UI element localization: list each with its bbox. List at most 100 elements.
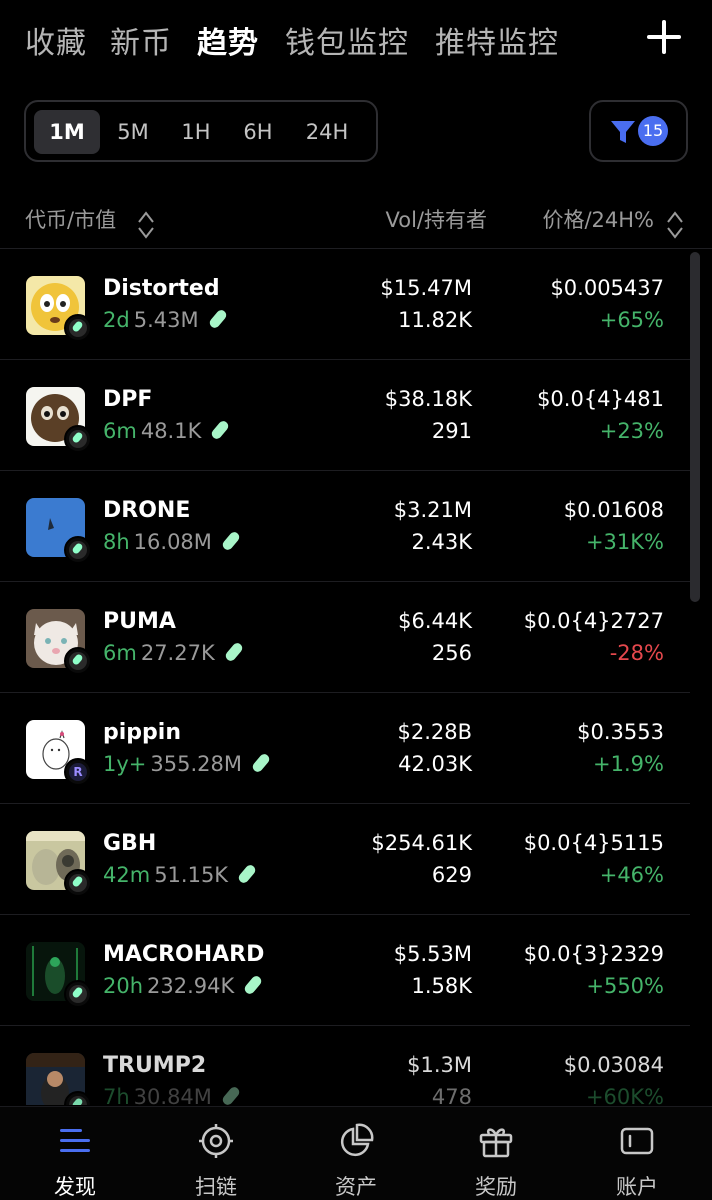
token-price: $0.0{4}2727	[523, 609, 664, 633]
token-list: Distorted 2d 5.43M $15.47M 11.82K $0.0054…	[0, 249, 690, 1105]
token-name: pippin	[103, 720, 181, 745]
token-change: +60K%	[585, 1085, 664, 1105]
pill-icon	[220, 530, 242, 552]
nav-label: 账户	[616, 1175, 658, 1199]
token-name: DPF	[103, 387, 153, 412]
token-age-mcap: 1y+ 355.28M	[103, 752, 272, 776]
pill-icon	[210, 419, 231, 441]
token-age-mcap: 20h 232.94K	[103, 974, 264, 998]
pill-icon	[250, 752, 272, 774]
add-icon[interactable]	[645, 18, 683, 56]
token-volume: $1.3M	[407, 1053, 472, 1077]
tab-wallet-monitor[interactable]: 钱包监控	[285, 18, 409, 62]
top-tab-bar: 收藏 新币 趋势 钱包监控 推特监控	[0, 0, 712, 80]
token-age-mcap: 7h 30.84M	[103, 1085, 242, 1105]
time-range-selector: 1M 5M 1H 6H 24H	[24, 100, 378, 162]
sort-icon	[138, 211, 154, 239]
column-token-mcap[interactable]: 代币/市值	[25, 204, 154, 239]
token-age: 1y+	[103, 752, 147, 776]
token-mcap: 5.43M	[133, 308, 199, 332]
token-price: $0.3553	[577, 720, 664, 744]
column-vol-holders[interactable]: Vol/持有者	[386, 204, 488, 234]
pill-icon	[223, 641, 244, 663]
token-name: MACROHARD	[103, 942, 265, 967]
token-change: +550%	[586, 974, 664, 998]
token-mcap: 30.84M	[133, 1085, 212, 1105]
token-row[interactable]: DPF 6m 48.1K $38.18K 291 $0.0{4}481 +23%	[0, 360, 690, 471]
token-price: $0.005437	[550, 276, 664, 300]
sort-icon	[667, 211, 683, 239]
time-filter-6h[interactable]: 6H	[232, 110, 284, 154]
pill-icon	[207, 308, 228, 330]
token-price: $0.0{4}481	[537, 387, 664, 411]
swap-badge-icon	[64, 425, 92, 453]
token-age-mcap: 6m 48.1K	[103, 419, 231, 443]
nav-label: 扫链	[195, 1175, 237, 1199]
pie-chart-icon	[340, 1123, 374, 1157]
scrollbar[interactable]	[690, 252, 700, 602]
token-price: $0.0{3}2329	[523, 942, 664, 966]
tab-new-coins[interactable]: 新币	[110, 18, 172, 62]
nav-assets[interactable]: 资产	[306, 1107, 406, 1200]
token-row[interactable]: PUMA 6m 27.27K $6.44K 256 $0.0{4}2727 -28…	[0, 582, 690, 693]
token-change: -28%	[609, 641, 664, 665]
token-age-mcap: 42m 51.15K	[103, 863, 258, 887]
nav-account[interactable]: 账户	[587, 1107, 687, 1200]
token-row[interactable]: Distorted 2d 5.43M $15.47M 11.82K $0.0054…	[0, 249, 690, 360]
token-holders: 629	[431, 863, 472, 887]
token-row[interactable]: MACROHARD 20h 232.94K $5.53M 1.58K $0.0{3…	[0, 915, 690, 1026]
token-row[interactable]: R pippin 1y+ 355.28M $2.28B 42.03K $0.355…	[0, 693, 690, 804]
token-change: +23%	[599, 419, 664, 443]
token-change: +46%	[599, 863, 664, 887]
token-holders: 256	[431, 641, 472, 665]
token-age: 6m	[103, 419, 137, 443]
nav-discover[interactable]: 发现	[25, 1107, 125, 1200]
token-age: 7h	[103, 1085, 130, 1105]
time-filter-1h[interactable]: 1H	[170, 110, 222, 154]
token-name: Distorted	[103, 276, 220, 301]
pill-icon	[243, 974, 264, 996]
tab-favorites[interactable]: 收藏	[25, 18, 87, 62]
time-filter-24h[interactable]: 24H	[294, 110, 360, 154]
pill-icon	[220, 1085, 242, 1105]
column-price-label: 价格/24H%	[542, 208, 654, 232]
swap-badge-icon	[64, 980, 92, 1008]
token-mcap: 51.15K	[154, 863, 229, 887]
time-filter-1m[interactable]: 1M	[34, 110, 100, 154]
token-holders: 1.58K	[411, 974, 472, 998]
pill-icon	[236, 863, 258, 885]
tab-trending[interactable]: 趋势	[197, 18, 259, 62]
time-filter-5m[interactable]: 5M	[106, 110, 160, 154]
bottom-nav: 发现 扫链 资产 奖励 账户	[0, 1106, 712, 1200]
column-price-change[interactable]: 价格/24H%	[542, 204, 683, 239]
token-name: TRUMP2	[103, 1053, 207, 1078]
token-row[interactable]: TRUMP2 7h 30.84M $1.3M 478 $0.03084 +60K%	[0, 1026, 690, 1105]
token-mcap: 355.28M	[150, 752, 242, 776]
token-age: 2d	[103, 308, 130, 332]
token-volume: $38.18K	[384, 387, 472, 411]
token-holders: 11.82K	[398, 308, 472, 332]
token-age: 8h	[103, 530, 130, 554]
token-volume: $3.21M	[393, 498, 472, 522]
filter-button[interactable]: 15	[589, 100, 688, 162]
nav-scan[interactable]: 扫链	[166, 1107, 266, 1200]
token-volume: $5.53M	[393, 942, 472, 966]
nav-rewards[interactable]: 奖励	[446, 1107, 546, 1200]
discover-icon	[60, 1129, 90, 1152]
wallet-icon	[620, 1127, 654, 1155]
token-change: +31K%	[585, 530, 664, 554]
column-header: 代币/市值 Vol/持有者 价格/24H%	[0, 196, 712, 246]
token-change: +1.9%	[593, 752, 664, 776]
swap-badge-icon	[64, 536, 92, 564]
token-age-mcap: 8h 16.08M	[103, 530, 242, 554]
tab-twitter-monitor[interactable]: 推特监控	[435, 18, 559, 62]
token-age: 6m	[103, 641, 137, 665]
token-name: DRONE	[103, 498, 191, 523]
swap-badge-icon	[64, 647, 92, 675]
token-row[interactable]: GBH 42m 51.15K $254.61K 629 $0.0{4}5115 +…	[0, 804, 690, 915]
token-holders: 478	[431, 1085, 472, 1105]
token-mcap: 48.1K	[140, 419, 202, 443]
token-mcap: 27.27K	[140, 641, 215, 665]
swap-badge-icon	[64, 314, 92, 342]
token-row[interactable]: DRONE 8h 16.08M $3.21M 2.43K $0.01608 +31…	[0, 471, 690, 582]
